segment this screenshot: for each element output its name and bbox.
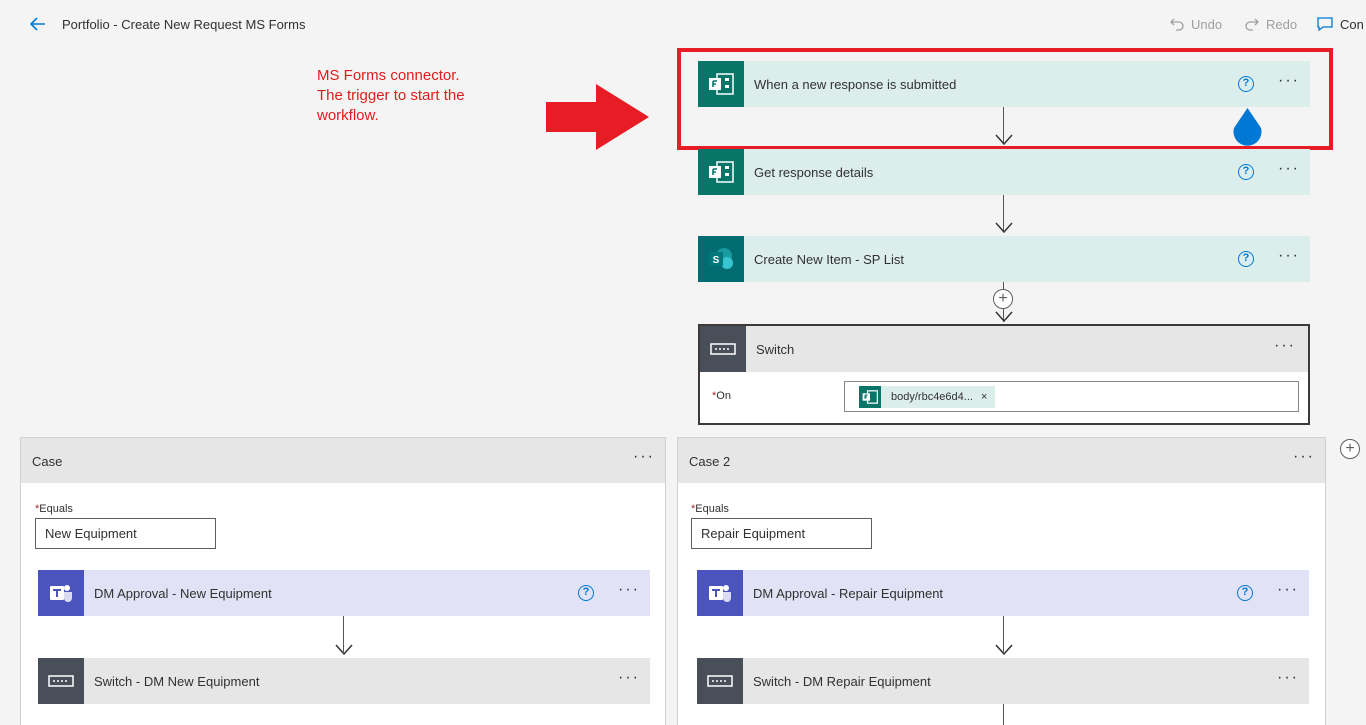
create-item-label: Create New Item - SP List xyxy=(754,251,905,267)
redo-icon xyxy=(1245,18,1259,31)
approval-card[interactable]: DM Approval - New Equipment ? ··· xyxy=(38,570,650,616)
forms-icon xyxy=(698,149,744,195)
more-options-icon[interactable]: ··· xyxy=(1277,582,1299,601)
dynamic-content-token[interactable]: body/rbc4e6d4... × xyxy=(859,386,996,408)
add-case-plus-icon[interactable]: + xyxy=(1340,439,1360,459)
token-remove-icon[interactable]: × xyxy=(981,391,987,403)
more-options-icon[interactable]: ··· xyxy=(1293,449,1315,465)
nested-switch-label: Switch - DM Repair Equipment xyxy=(753,673,931,689)
approval-label: DM Approval - New Equipment xyxy=(94,585,272,601)
case-title: Case xyxy=(32,454,63,469)
token-text: body/rbc4e6d4... xyxy=(891,391,973,403)
more-options-icon[interactable]: ··· xyxy=(1277,670,1299,689)
more-options-icon[interactable]: ··· xyxy=(618,582,640,601)
comment-icon xyxy=(1317,17,1333,32)
svg-text:S: S xyxy=(713,255,720,266)
teams-icon xyxy=(38,570,84,616)
annotation-text: MS Forms connector. The trigger to start… xyxy=(317,66,527,126)
switch-label: Switch xyxy=(756,341,795,357)
annotation-line-1: MS Forms connector. xyxy=(317,67,460,84)
nested-switch-label: Switch - DM New Equipment xyxy=(94,673,260,689)
undo-icon xyxy=(1170,18,1184,31)
command-bar: Portfolio - Create New Request MS Forms … xyxy=(0,0,1366,48)
on-field-input[interactable]: body/rbc4e6d4... × xyxy=(844,381,1299,412)
redo-button[interactable]: Redo xyxy=(1244,14,1297,34)
redo-label: Redo xyxy=(1266,16,1298,32)
arrow-down-icon xyxy=(995,644,1013,656)
comments-button[interactable]: Con xyxy=(1316,14,1364,34)
flow-title: Portfolio - Create New Request MS Forms xyxy=(62,17,306,32)
comments-label: Con xyxy=(1340,16,1364,32)
on-field-label: *On xyxy=(712,390,731,402)
equals-input[interactable]: New Equipment xyxy=(35,518,216,549)
create-item-card[interactable]: S Create New Item - SP List ? ··· xyxy=(698,236,1310,282)
teams-icon xyxy=(697,570,743,616)
annotation-line-3: workflow. xyxy=(317,107,379,124)
sharepoint-icon: S xyxy=(698,236,744,282)
case-container: Case ··· *Equals New Equipment DM Approv… xyxy=(20,437,666,725)
connector-line xyxy=(1003,704,1004,725)
equals-input[interactable]: Repair Equipment xyxy=(691,518,872,549)
more-options-icon[interactable]: ··· xyxy=(633,449,655,465)
nested-switch-card[interactable]: Switch - DM New Equipment ··· xyxy=(38,658,650,704)
more-options-icon[interactable]: ··· xyxy=(1278,248,1300,267)
switch-icon xyxy=(700,326,746,372)
nested-switch-card[interactable]: Switch - DM Repair Equipment ··· xyxy=(697,658,1309,704)
case-container: Case 2 ··· *Equals Repair Equipment DM A… xyxy=(677,437,1326,725)
switch-card[interactable]: Switch ··· *On body/rbc4e6d4... × xyxy=(698,324,1310,425)
help-icon[interactable]: ? xyxy=(1238,251,1255,267)
back-arrow-icon[interactable] xyxy=(28,14,48,34)
annotation-line-2: The trigger to start the xyxy=(317,87,465,104)
forms-icon xyxy=(859,386,881,408)
arrow-down-icon xyxy=(335,644,353,656)
help-icon[interactable]: ? xyxy=(1237,585,1254,601)
red-arrow-icon xyxy=(546,84,649,150)
switch-header[interactable]: Switch ··· xyxy=(700,326,1308,372)
equals-label: *Equals xyxy=(691,503,729,515)
case-header[interactable]: Case ··· xyxy=(21,438,665,483)
help-icon[interactable]: ? xyxy=(578,585,595,601)
get-response-details-card[interactable]: Get response details ? ··· xyxy=(698,149,1310,195)
switch-icon xyxy=(38,658,84,704)
more-options-icon[interactable]: ··· xyxy=(1274,338,1296,357)
case-header[interactable]: Case 2 ··· xyxy=(678,438,1325,483)
case-title: Case 2 xyxy=(689,454,731,469)
equals-label: *Equals xyxy=(35,503,73,515)
approval-card[interactable]: DM Approval - Repair Equipment ? ··· xyxy=(697,570,1309,616)
cursor-drop-icon xyxy=(1233,108,1262,146)
add-step-plus-icon[interactable]: + xyxy=(993,289,1013,309)
approval-label: DM Approval - Repair Equipment xyxy=(753,585,944,601)
arrow-down-icon xyxy=(995,311,1013,323)
undo-button[interactable]: Undo xyxy=(1169,14,1222,34)
arrow-down-icon xyxy=(995,222,1013,234)
switch-icon xyxy=(697,658,743,704)
more-options-icon[interactable]: ··· xyxy=(618,670,640,689)
help-icon[interactable]: ? xyxy=(1238,164,1255,180)
get-details-label: Get response details xyxy=(754,164,874,180)
undo-label: Undo xyxy=(1191,16,1223,32)
more-options-icon[interactable]: ··· xyxy=(1278,161,1300,180)
